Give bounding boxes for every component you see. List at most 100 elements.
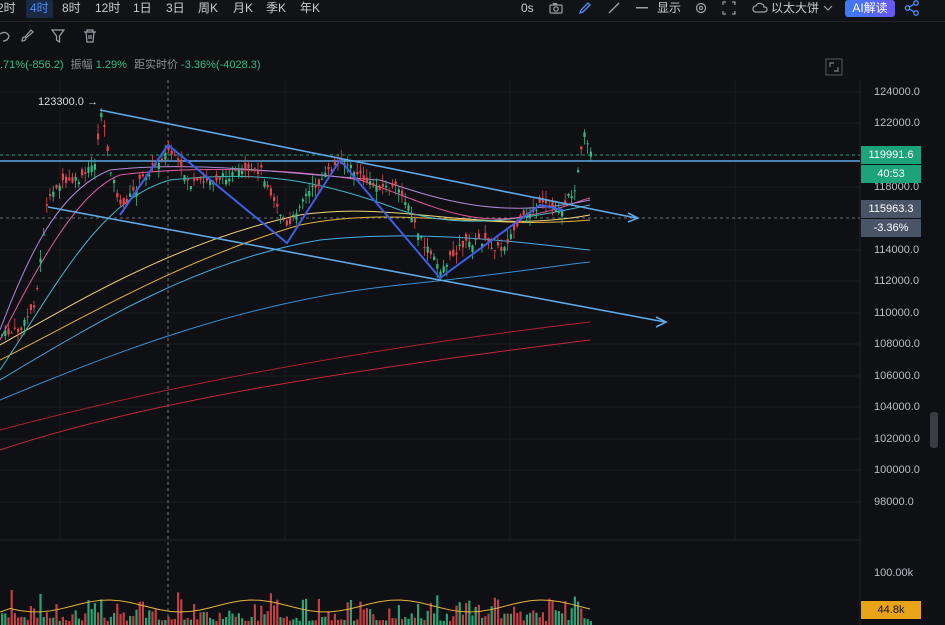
- volume-bar: [4, 613, 7, 625]
- candle-body: [132, 186, 135, 191]
- candle-body: [58, 185, 61, 191]
- candle-body: [458, 244, 461, 247]
- candle-body: [445, 264, 448, 267]
- volume-bar: [500, 618, 503, 625]
- candle-body: [439, 271, 442, 276]
- volume-bar: [81, 620, 84, 625]
- candle-body: [468, 241, 471, 248]
- volume-bar: [113, 612, 116, 625]
- volume-bar: [266, 611, 269, 625]
- candle-body: [474, 238, 477, 240]
- candle-body: [573, 190, 576, 192]
- volume-bar: [375, 620, 378, 625]
- volume-bar: [103, 617, 106, 625]
- candle-body: [433, 256, 436, 261]
- volume-bar: [570, 608, 573, 625]
- price-tick: 102000.0: [874, 433, 920, 445]
- candle-body: [103, 124, 106, 127]
- candle-body: [362, 175, 365, 181]
- candle-body: [273, 196, 276, 201]
- candle-body: [218, 177, 221, 180]
- candle-body: [151, 163, 154, 165]
- volume-bar: [279, 617, 282, 625]
- candle-body: [493, 250, 496, 252]
- candle-body: [388, 190, 391, 192]
- volume-bar: [209, 617, 212, 625]
- candlesticks: [1, 108, 592, 342]
- candle-body: [13, 327, 16, 329]
- volume-bar: [148, 610, 151, 625]
- candle-body: [234, 170, 237, 172]
- volume-bar: [433, 613, 436, 625]
- volume-bar: [36, 617, 39, 625]
- volume-bar: [417, 604, 420, 625]
- volume-bar: [189, 619, 192, 625]
- volume-bar: [583, 618, 586, 625]
- volume-bar: [119, 614, 122, 625]
- volume-bar: [52, 617, 55, 625]
- candle-body: [52, 191, 55, 197]
- candle-body: [404, 201, 407, 206]
- volume-bar: [132, 616, 135, 625]
- volume-bar: [452, 616, 455, 625]
- volume-bar: [225, 617, 228, 625]
- volume-bar: [407, 618, 410, 625]
- volume-bar: [545, 620, 548, 625]
- candle-body: [221, 173, 224, 178]
- candle-body: [61, 173, 64, 181]
- volume-bar: [365, 608, 368, 625]
- volume-bar: [401, 619, 404, 625]
- candle-body: [465, 233, 468, 241]
- candle-body: [333, 162, 336, 166]
- volume-bar: [71, 614, 74, 625]
- candle-body: [311, 185, 314, 188]
- volume-bar: [68, 620, 71, 625]
- candle-body: [87, 167, 90, 173]
- volume-bar: [551, 600, 554, 625]
- volume-bar: [327, 611, 330, 625]
- volume-bar: [353, 620, 356, 625]
- candle-body: [461, 240, 464, 248]
- candle-body: [561, 210, 564, 217]
- volume-bar: [74, 610, 77, 625]
- ma-yellow-1: [0, 216, 591, 361]
- volume-bar: [573, 596, 576, 625]
- scroll-handle[interactable]: [930, 412, 938, 448]
- candle-body: [241, 171, 244, 175]
- volume-bar: [61, 616, 64, 625]
- volume-bar: [458, 602, 461, 625]
- volume-bar: [42, 617, 45, 625]
- volume-bar: [1, 613, 4, 625]
- candle-body: [407, 205, 410, 211]
- volume-bar: [87, 600, 90, 625]
- current-volume-tag: 44.8k: [861, 601, 921, 619]
- candle-body: [109, 172, 112, 174]
- candle-body: [225, 179, 228, 185]
- candle-body: [193, 177, 196, 181]
- volume-bar: [493, 597, 496, 625]
- candle-body: [506, 239, 509, 244]
- volume-bar: [509, 613, 512, 625]
- volume-bar: [455, 605, 458, 625]
- candle-body: [228, 178, 231, 182]
- volume-bar: [330, 620, 333, 625]
- volume-bar: [221, 618, 224, 625]
- candle-body: [36, 287, 39, 289]
- volume-bar: [577, 601, 580, 625]
- volume-bar: [586, 619, 589, 625]
- volume-bar: [116, 603, 119, 625]
- candle-body: [68, 177, 71, 181]
- volume-bar: [157, 619, 160, 625]
- volume-bar: [305, 598, 308, 625]
- volume-bar: [391, 617, 394, 625]
- volume-bar: [567, 619, 570, 625]
- price-chart[interactable]: [0, 0, 945, 625]
- volume-bar: [199, 612, 202, 625]
- volume-bar: [84, 613, 87, 625]
- volume-bar: [378, 620, 381, 625]
- volume-bar: [295, 617, 298, 625]
- volume-bar: [250, 616, 253, 625]
- volume-bar: [145, 617, 148, 625]
- candle-body: [4, 330, 7, 336]
- volume-bar: [564, 601, 567, 625]
